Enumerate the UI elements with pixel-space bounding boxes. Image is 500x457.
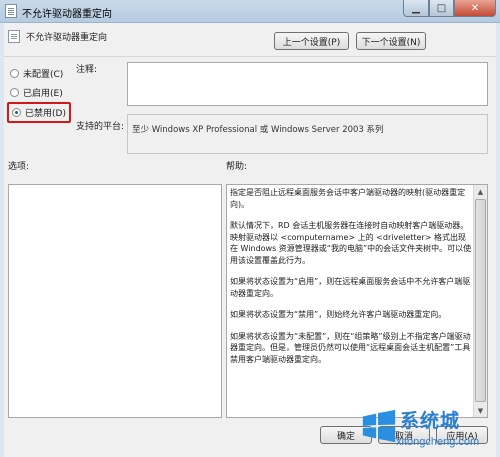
policy-setting-icon [8, 30, 20, 43]
options-label: 选项: [8, 162, 30, 172]
previous-setting-button[interactable]: 上一个设置(P) [274, 32, 349, 50]
scroll-up-arrow-icon[interactable]: ▲ [474, 185, 487, 198]
minimize-button[interactable]: ▁ [403, 0, 429, 17]
help-panel: 指定是否阻止远程桌面服务会话中客户端驱动器的映射(驱动器重定向)。 默认情况下，… [226, 184, 488, 418]
supported-platform-label: 支持的平台: [76, 122, 125, 132]
help-paragraph: 默认情况下，RD 会话主机服务器在连接时自动映射客户端驱动器。映射驱动器以 <c… [230, 221, 472, 265]
radio-circle[interactable] [10, 88, 19, 97]
help-paragraph: 指定是否阻止远程桌面服务会话中客户端驱动器的映射(驱动器重定向)。 [230, 188, 466, 209]
watermark: 系统城 xitongcheng.com [360, 405, 500, 457]
close-button[interactable]: ✕ [454, 0, 496, 17]
radio-label-enabled: 已启用(E) [23, 89, 63, 99]
maximize-button[interactable]: □ [429, 0, 454, 17]
help-paragraph: 如果将状态设置为“未配置”，则在“组策略”级别上不指定客户端驱动器重定向。但是，… [230, 331, 471, 364]
windows-logo-icon [362, 409, 396, 443]
radio-label-disabled: 已禁用(D) [25, 109, 66, 119]
radio-circle-selected[interactable] [12, 108, 21, 117]
dialog-content: 不允许驱动器重定向 上一个设置(P) 下一个设置(N) 未配置(C) 已启用(E… [4, 23, 496, 457]
help-paragraph: 如果将状态设置为“启用”，则在远程桌面服务会话中不允许客户端驱动器重定向。 [230, 277, 471, 298]
supported-platform-value: 至少 Windows XP Professional 或 Windows Ser… [127, 114, 488, 154]
scroll-thumb[interactable] [475, 199, 486, 402]
help-text: 指定是否阻止远程桌面服务会话中客户端驱动器的映射(驱动器重定向)。 默认情况下，… [230, 187, 472, 375]
radio-circle[interactable] [10, 69, 19, 78]
window-title: 不允许驱动器重定向 [22, 9, 112, 20]
help-scrollbar[interactable]: ▲ ▼ [473, 185, 487, 417]
radio-enabled[interactable]: 已启用(E) [10, 86, 63, 99]
watermark-url: xitongcheng.com [396, 436, 480, 448]
next-setting-button[interactable]: 下一个设置(N) [356, 32, 426, 50]
header-divider [4, 56, 496, 57]
radio-label-not-configured: 未配置(C) [23, 70, 64, 80]
comment-label: 注释: [76, 65, 98, 75]
policy-window-icon [5, 4, 17, 18]
comment-input[interactable] [127, 62, 488, 106]
help-paragraph: 如果将状态设置为“禁用”，则始终允许客户端驱动器重定向。 [230, 310, 447, 319]
radio-not-configured[interactable]: 未配置(C) [10, 67, 63, 80]
policy-header: 不允许驱动器重定向 [8, 30, 107, 43]
options-panel [8, 184, 222, 418]
policy-title: 不允许驱动器重定向 [26, 33, 108, 43]
title-bar: 不允许驱动器重定向 ▁ □ ✕ [0, 0, 500, 23]
help-label: 帮助: [226, 162, 248, 172]
radio-disabled[interactable]: 已禁用(D) [7, 102, 71, 123]
window-controls: ▁ □ ✕ [403, 0, 496, 18]
watermark-text: 系统城 [400, 410, 461, 432]
